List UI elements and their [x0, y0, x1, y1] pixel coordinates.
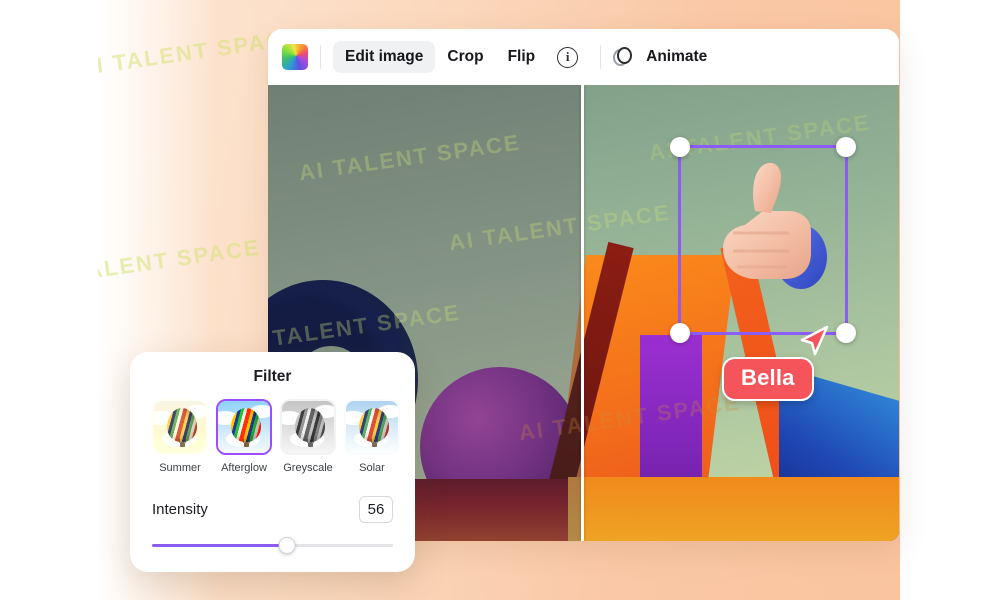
intensity-label: Intensity: [152, 501, 208, 518]
filter-preset-list: Summer Afterglow Greyscale Solar: [152, 399, 400, 474]
cursor-pointer-icon: [800, 325, 829, 356]
intensity-row: Intensity 56: [152, 496, 393, 523]
filter-preset-afterglow[interactable]: Afterglow: [216, 399, 272, 474]
resize-handle-top-right[interactable]: [836, 137, 856, 157]
filter-label-afterglow: Afterglow: [221, 462, 267, 474]
toolbar-divider: [600, 45, 602, 69]
toolbar-divider: [320, 45, 321, 69]
intensity-slider[interactable]: [152, 537, 393, 554]
filter-label-summer: Summer: [159, 462, 201, 474]
gradient-swatch-icon[interactable]: [282, 44, 308, 70]
resize-handle-top-left[interactable]: [670, 137, 690, 157]
filter-thumbnail-greyscale: [280, 399, 336, 455]
resize-handle-bottom-right[interactable]: [836, 323, 856, 343]
watermark-text: AI TALENT SPACE: [98, 234, 263, 291]
tab-edit-image[interactable]: Edit image: [333, 41, 436, 73]
slider-thumb[interactable]: [278, 537, 296, 554]
filter-panel: Filter Summer Afterglow Greyscale Solar …: [130, 352, 415, 572]
filter-panel-title: Filter: [253, 368, 292, 385]
filter-preset-summer[interactable]: Summer: [152, 399, 208, 474]
info-icon[interactable]: i: [557, 46, 579, 68]
selection-box[interactable]: [670, 137, 856, 343]
filter-preset-solar[interactable]: Solar: [344, 399, 400, 474]
filter-label-solar: Solar: [359, 462, 385, 474]
animate-button[interactable]: Animate: [613, 46, 707, 68]
filter-thumbnail-afterglow: [216, 399, 272, 455]
collaborator-cursor-label: Bella: [722, 357, 814, 401]
animate-rings-icon: [613, 46, 637, 68]
editor-toolbar: Edit image Crop Flip i Animate: [268, 29, 899, 85]
before-after-divider[interactable]: [581, 85, 584, 541]
filter-thumbnail-summer: [152, 399, 208, 455]
animate-label: Animate: [646, 48, 708, 65]
tab-crop[interactable]: Crop: [435, 41, 495, 73]
filter-preset-greyscale[interactable]: Greyscale: [280, 399, 336, 474]
resize-handle-bottom-left[interactable]: [670, 323, 690, 343]
intensity-value-field[interactable]: 56: [359, 496, 393, 523]
screenshot-stage: AI TALENT SPACE AI TALENT SPACE AI TALEN…: [0, 0, 1000, 600]
filter-thumbnail-solar: [344, 399, 400, 455]
filter-label-greyscale: Greyscale: [283, 462, 333, 474]
slider-fill: [152, 544, 287, 547]
tab-flip[interactable]: Flip: [496, 41, 548, 73]
